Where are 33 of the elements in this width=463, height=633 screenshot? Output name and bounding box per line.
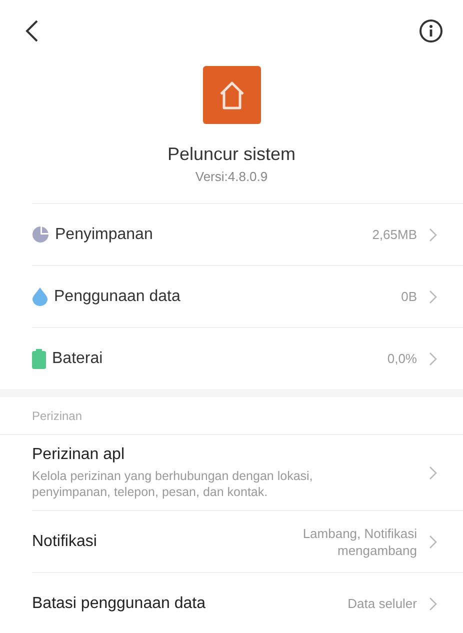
row-label: Penggunaan data (54, 288, 182, 306)
water-drop-icon (32, 287, 48, 306)
row-label: Baterai (52, 350, 104, 368)
settings-row[interactable]: Penggunaan data 0B (32, 266, 463, 328)
settings-row[interactable]: Notifikasi Lambang, Notifikasi mengambang (32, 511, 463, 573)
settings-row[interactable]: Batasi penggunaan data Data seluler (32, 573, 463, 633)
home-app-icon (202, 66, 260, 124)
row-value: 2,65MB (372, 227, 417, 242)
settings-row[interactable]: Baterai 0,0% (32, 328, 463, 389)
chevron-icon (429, 596, 437, 610)
settings-row[interactable]: Perizinan apl Kelola perizinan yang berhubungan dengan lokasi, penyimpanan, telepon, pesan, dan kontak. (32, 435, 463, 511)
row-description: Kelola perizinan yang berhubungan dengan lokasi, penyimpanan, telepon, pesan, dan kontak. (32, 468, 314, 500)
row-label: Penyimpanan (55, 226, 154, 244)
row-value: 0,0% (387, 351, 417, 366)
chevron-icon (429, 534, 437, 548)
settings-row[interactable]: Penyimpanan 2,65MB (32, 203, 463, 266)
row-title: Notifikasi (32, 532, 98, 550)
row-value: Lambang, Notifikasi mengambang (302, 524, 417, 558)
row-value: Data seluler (348, 595, 417, 612)
chevron-icon (429, 352, 437, 366)
row-title: Perizinan apl (32, 446, 126, 464)
row-value: 0B (401, 289, 417, 304)
back-icon[interactable] (25, 20, 39, 42)
chevron-icon (429, 228, 437, 242)
row-title: Batasi penggunaan data (32, 594, 206, 612)
app-version: Versi:4.8.0.9 (195, 169, 268, 184)
battery-icon (32, 348, 46, 368)
info-icon[interactable] (419, 19, 443, 43)
chevron-icon (429, 290, 437, 304)
section-header: Perizinan (31, 408, 84, 425)
pie-chart-icon (32, 226, 49, 243)
app-name: Peluncur sistem (167, 144, 296, 165)
chevron-icon (429, 466, 437, 480)
